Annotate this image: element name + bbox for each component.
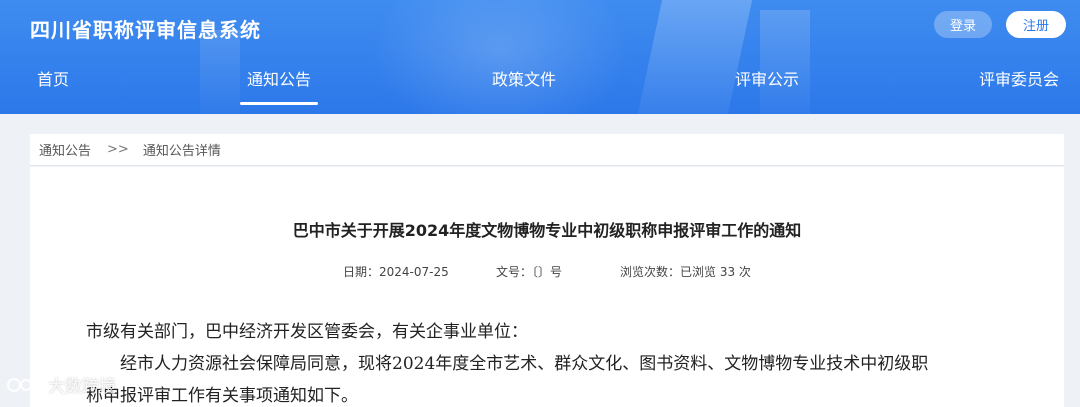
register-button[interactable]: 注册 <box>1006 11 1066 38</box>
article-salutation: 市级有关部门，巴中经济开发区管委会，有关企事业单位： <box>86 322 528 342</box>
watermark: 大数跨境 <box>6 372 116 397</box>
breadcrumb-separator: >> <box>107 142 129 157</box>
top-header: 四川省职称评审信息系统 登录 注册 首页 通知公告 政策文件 评审公示 评审委员… <box>0 0 1080 114</box>
article-doc-number: 文号：〔〕号 <box>496 263 562 280</box>
doc-no-label: 文号： <box>496 265 533 279</box>
article-date: 日期：2024-07-25 <box>343 263 449 280</box>
breadcrumb-item-current: 通知公告详情 <box>142 144 221 159</box>
breadcrumb: 通知公告 >> 通知公告详情 <box>30 134 1064 166</box>
nav-item-notices[interactable]: 通知公告 <box>247 66 311 90</box>
views-value: 已浏览 33 次 <box>680 265 751 279</box>
breadcrumb-item-notices[interactable]: 通知公告 <box>39 140 91 159</box>
article-paragraph-line: 经市人力资源社会保障局同意，现将2024年度全市艺术、群众文化、图书资料、文物博… <box>120 354 929 374</box>
watermark-logo-icon <box>7 377 43 392</box>
main-nav: 首页 通知公告 政策文件 评审公示 评审委员会 <box>0 64 1080 114</box>
doc-no-value: 〔〕号 <box>532 265 563 279</box>
nav-item-policies[interactable]: 政策文件 <box>492 66 556 90</box>
login-button[interactable]: 登录 <box>934 11 992 38</box>
date-label: 日期： <box>343 265 380 279</box>
site-title[interactable]: 四川省职称评审信息系统 <box>30 14 261 43</box>
nav-active-indicator <box>240 102 318 105</box>
article-views: 浏览次数：已浏览 33 次 <box>620 263 751 280</box>
article-paragraph-line: 称申报评审工作有关事项通知如下。 <box>86 386 358 406</box>
nav-item-review-publicity[interactable]: 评审公示 <box>735 66 799 90</box>
watermark-text: 大数跨境 <box>48 377 116 397</box>
article-panel: 巴中市关于开展2024年度文物博物专业中初级职称申报评审工作的通知 日期：202… <box>30 167 1064 407</box>
views-label: 浏览次数： <box>620 265 681 279</box>
date-value: 2024-07-25 <box>379 265 449 279</box>
nav-item-review-committee[interactable]: 评审委员会 <box>979 66 1059 90</box>
nav-item-home[interactable]: 首页 <box>37 66 69 90</box>
article-title: 巴中市关于开展2024年度文物博物专业中初级职称申报评审工作的通知 <box>292 221 802 240</box>
